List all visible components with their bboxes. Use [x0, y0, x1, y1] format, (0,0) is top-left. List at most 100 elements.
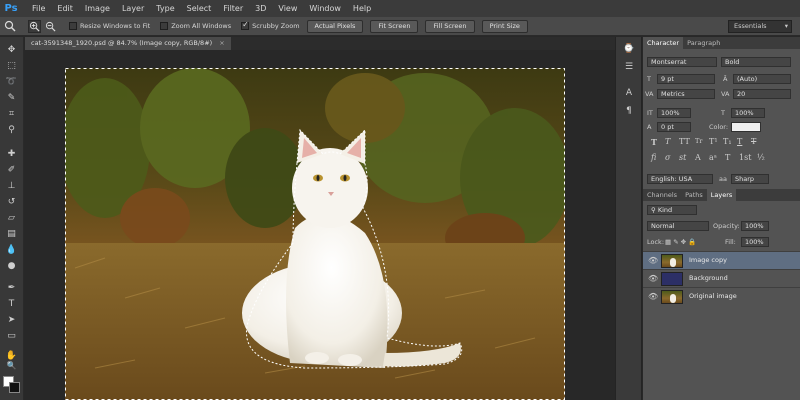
properties-panel-icon[interactable]: ☰ — [623, 61, 635, 73]
layer-filter-select[interactable]: ⚲ Kind — [647, 205, 697, 215]
underline-icon[interactable]: T — [737, 137, 742, 146]
swash-icon[interactable]: st — [679, 153, 686, 162]
blur-tool-icon[interactable]: 💧 — [5, 243, 18, 256]
tab-paths[interactable]: Paths — [681, 189, 707, 201]
close-icon[interactable]: × — [219, 39, 224, 47]
small-caps-icon[interactable]: Tr — [695, 137, 702, 145]
antialias-select[interactable]: Sharp — [731, 174, 769, 184]
old-style-icon[interactable]: σ — [665, 153, 670, 162]
resize-windows-option[interactable]: Resize Windows to Fit — [69, 22, 150, 30]
lasso-tool-icon[interactable]: ➰ — [5, 75, 18, 88]
superscript-icon[interactable]: T¹ — [709, 137, 718, 146]
canvas-area[interactable] — [25, 50, 615, 400]
print-size-button[interactable]: Print Size — [481, 19, 528, 33]
lock-icons[interactable]: ▦ ✎ ✥ 🔒 — [665, 238, 696, 246]
move-tool-icon[interactable]: ✥ — [5, 43, 18, 56]
baseline-shift-icon: A — [647, 123, 652, 131]
font-style-select[interactable]: Bold — [721, 57, 791, 67]
gradient-tool-icon[interactable]: ▤ — [5, 227, 18, 240]
kerning-field[interactable]: Metrics — [657, 89, 715, 99]
menu-image[interactable]: Image — [79, 0, 116, 17]
actual-pixels-button[interactable]: Actual Pixels — [306, 19, 364, 33]
menu-select[interactable]: Select — [181, 0, 218, 17]
subscript-icon[interactable]: T₁ — [723, 137, 732, 146]
language-select[interactable]: English: USA — [647, 174, 713, 184]
strikethrough-icon[interactable]: T — [751, 137, 756, 146]
tab-layers[interactable]: Layers — [706, 189, 737, 201]
history-panel-icon[interactable]: ⌚ — [623, 43, 635, 55]
layer-row[interactable]: 👁 Background — [643, 269, 800, 287]
shape-tool-icon[interactable]: ▭ — [5, 329, 18, 342]
thumbnail-cat-shape — [670, 294, 676, 303]
visibility-eye-icon[interactable]: 👁 — [648, 292, 658, 301]
visibility-eye-icon[interactable]: 👁 — [648, 274, 658, 283]
stylistic-alt-icon[interactable]: A — [695, 153, 701, 162]
opacity-field[interactable]: 100% — [741, 221, 769, 231]
document-tab[interactable]: cat-3591348_1920.psd @ 84.7% (Image copy… — [25, 37, 231, 50]
scrubby-zoom-option[interactable]: Scrubby Zoom — [241, 20, 300, 30]
font-size-field[interactable]: 9 pt — [657, 74, 715, 84]
fill-field[interactable]: 100% — [741, 237, 769, 247]
dodge-tool-icon[interactable]: ● — [5, 259, 18, 272]
clone-stamp-tool-icon[interactable]: ⊥ — [5, 179, 18, 192]
visibility-eye-icon[interactable]: 👁 — [648, 256, 658, 265]
zoom-in-icon[interactable] — [28, 19, 41, 33]
zoom-tool-panel-icon[interactable]: 🔍 — [5, 359, 18, 372]
text-color-swatch[interactable] — [731, 122, 761, 132]
zoom-all-option[interactable]: Zoom All Windows — [160, 22, 231, 30]
document-canvas[interactable] — [65, 68, 565, 400]
menu-view[interactable]: View — [272, 0, 303, 17]
tracking-field[interactable]: 20 — [733, 89, 791, 99]
paragraph-panel-icon[interactable]: ¶ — [623, 105, 635, 117]
background-color-swatch[interactable] — [9, 382, 20, 393]
faux-italic-icon[interactable]: T — [665, 137, 670, 146]
type-tool-icon[interactable]: T — [5, 297, 18, 310]
crop-tool-icon[interactable]: ⌗ — [5, 107, 18, 120]
horizontal-scale-field[interactable]: 100% — [731, 108, 765, 118]
menu-edit[interactable]: Edit — [51, 0, 79, 17]
healing-brush-tool-icon[interactable]: ✚ — [5, 147, 18, 160]
menu-help[interactable]: Help — [347, 0, 377, 17]
history-brush-tool-icon[interactable]: ↺ — [5, 195, 18, 208]
pen-tool-icon[interactable]: ✒ — [5, 281, 18, 294]
layer-row[interactable]: 👁 Original image — [643, 287, 800, 305]
zoom-out-icon[interactable] — [44, 20, 57, 33]
font-family-select[interactable]: Montserrat — [647, 57, 717, 67]
menu-filter[interactable]: Filter — [217, 0, 249, 17]
layer-row[interactable]: 👁 Image copy — [643, 251, 800, 269]
blend-mode-select[interactable]: Normal — [647, 221, 709, 231]
menu-file[interactable]: File — [26, 0, 51, 17]
marquee-tool-icon[interactable]: ⬚ — [5, 59, 18, 72]
workspace-select[interactable]: Essentials ▾ — [728, 20, 792, 33]
baseline-shift-field[interactable]: 0 pt — [657, 122, 691, 132]
leading-field[interactable]: (Auto) — [733, 74, 791, 84]
eyedropper-tool-icon[interactable]: ⚲ — [5, 123, 18, 136]
eraser-tool-icon[interactable]: ▱ — [5, 211, 18, 224]
fractions-icon[interactable]: 1st — [739, 153, 751, 162]
menu-window[interactable]: Window — [303, 0, 347, 17]
ligatures-icon[interactable]: fi — [651, 153, 656, 162]
titling-icon[interactable]: aᵃ — [709, 153, 717, 162]
zoom-tool-icon[interactable] — [3, 20, 16, 33]
faux-bold-icon[interactable]: T — [651, 137, 657, 147]
menu-3d[interactable]: 3D — [249, 0, 272, 17]
fill-screen-button[interactable]: Fill Screen — [425, 19, 475, 33]
resize-windows-checkbox[interactable] — [69, 22, 77, 30]
brush-tool-icon[interactable]: ✐ — [5, 163, 18, 176]
vertical-scale-field[interactable]: 100% — [657, 108, 691, 118]
tab-paragraph[interactable]: Paragraph — [683, 37, 724, 49]
tab-character[interactable]: Character — [643, 37, 684, 49]
all-caps-icon[interactable]: TT — [679, 137, 690, 146]
ordinals-icon[interactable]: T — [725, 153, 730, 162]
quick-select-tool-icon[interactable]: ✎ — [5, 91, 18, 104]
menu-layer[interactable]: Layer — [116, 0, 150, 17]
scrubby-zoom-checkbox[interactable] — [241, 20, 250, 30]
zoom-all-checkbox[interactable] — [160, 22, 169, 30]
menu-type[interactable]: Type — [150, 0, 180, 17]
character-panel-icon[interactable]: A — [623, 87, 635, 99]
tab-channels[interactable]: Channels — [643, 189, 681, 201]
half-fraction-icon[interactable]: ½ — [757, 153, 765, 162]
fit-screen-button[interactable]: Fit Screen — [370, 19, 419, 33]
opacity-label: Opacity: — [713, 222, 740, 230]
path-select-tool-icon[interactable]: ➤ — [5, 313, 18, 326]
